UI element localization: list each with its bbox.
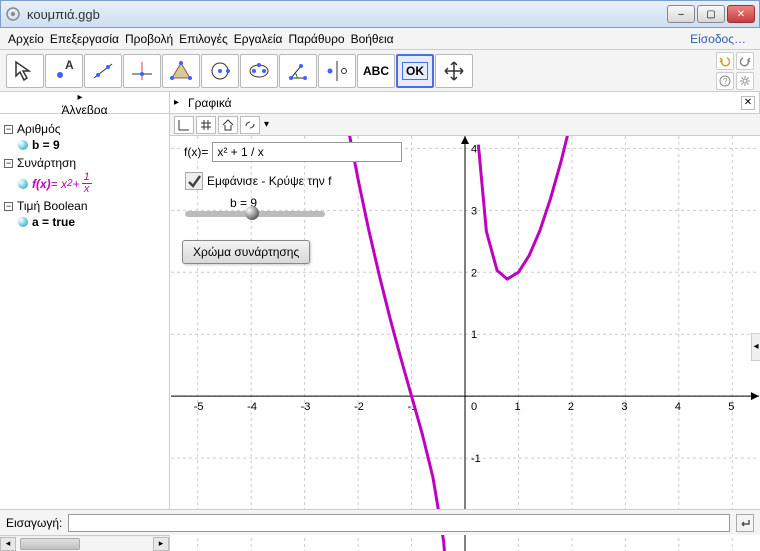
visibility-checkbox-row: Εμφάνισε - Κρύψε την f bbox=[185, 172, 331, 190]
scroll-left-button[interactable]: ◂ bbox=[0, 537, 16, 551]
tool-angle[interactable] bbox=[279, 54, 317, 88]
svg-text:1: 1 bbox=[514, 401, 520, 413]
visibility-checkbox[interactable] bbox=[185, 172, 203, 190]
input-enter-button[interactable] bbox=[736, 514, 754, 532]
panel-headers: ▸ Άλγεβρα ✕ ▸ Γραφικά ✕ bbox=[0, 92, 760, 114]
algebra-item-a[interactable]: a = true bbox=[18, 215, 165, 229]
algebra-item-f[interactable]: f(x) = x2 + 1x bbox=[18, 172, 165, 195]
svg-text:-3: -3 bbox=[301, 401, 311, 413]
svg-text:0: 0 bbox=[471, 401, 477, 413]
algebra-group-number[interactable]: − Αριθμός bbox=[4, 122, 165, 136]
tool-point[interactable]: A bbox=[45, 54, 83, 88]
graphics-close-button[interactable]: ✕ bbox=[741, 96, 755, 110]
minimize-button[interactable]: – bbox=[667, 5, 695, 23]
graphics-collapse-icon[interactable]: ▸ bbox=[174, 97, 184, 108]
dropdown-icon[interactable]: ▾ bbox=[264, 119, 269, 130]
tool-circle[interactable] bbox=[201, 54, 239, 88]
svg-text:?: ? bbox=[723, 77, 728, 86]
menu-edit[interactable]: Επεξεργασία bbox=[50, 32, 119, 46]
scroll-right-button[interactable]: ▸ bbox=[153, 537, 169, 551]
title-bar: κουμπιά.ggb – ▢ ✕ bbox=[0, 0, 760, 28]
algebra-group-boolean[interactable]: − Τιμή Boolean bbox=[4, 199, 165, 213]
visibility-dot-icon[interactable] bbox=[18, 179, 28, 189]
collapse-icon: − bbox=[4, 159, 13, 168]
slider-knob[interactable] bbox=[245, 206, 259, 220]
scroll-track[interactable] bbox=[16, 537, 153, 551]
graphics-header: ▸ Γραφικά ✕ bbox=[170, 92, 760, 113]
tool-text[interactable]: ABC bbox=[357, 54, 395, 88]
tool-polygon[interactable] bbox=[162, 54, 200, 88]
graphics-canvas[interactable]: -5-4-3-2-1012345-2-11234 bbox=[170, 136, 760, 551]
menu-login[interactable]: Είσοδος… bbox=[690, 32, 746, 46]
fx-label: f(x)= bbox=[180, 143, 212, 161]
svg-text:-5: -5 bbox=[194, 401, 204, 413]
close-button[interactable]: ✕ bbox=[727, 5, 755, 23]
svg-text:3: 3 bbox=[621, 401, 627, 413]
tool-perpendicular[interactable] bbox=[123, 54, 161, 88]
menu-tools[interactable]: Εργαλεία bbox=[234, 32, 283, 46]
command-input[interactable] bbox=[68, 514, 730, 532]
slider-b[interactable] bbox=[185, 211, 325, 217]
visibility-checkbox-label: Εμφάνισε - Κρύψε την f bbox=[207, 174, 331, 188]
app-icon bbox=[5, 6, 21, 22]
settings-button[interactable] bbox=[736, 72, 754, 90]
graphics-title: Γραφικά bbox=[188, 96, 232, 110]
home-button[interactable] bbox=[218, 116, 238, 134]
tool-move-view[interactable] bbox=[435, 54, 473, 88]
axes-toggle-button[interactable] bbox=[174, 116, 194, 134]
toolbar: A ABC OK ? bbox=[0, 50, 760, 92]
algebra-collapse-icon[interactable]: ▸ bbox=[78, 92, 88, 103]
redo-button[interactable] bbox=[736, 52, 754, 70]
fx-input[interactable] bbox=[212, 142, 402, 162]
svg-text:2: 2 bbox=[471, 267, 477, 279]
collapse-icon: − bbox=[4, 125, 13, 134]
svg-text:4: 4 bbox=[675, 401, 681, 413]
menu-bar: Αρχείο Επεξεργασία Προβολή Επιλογές Εργα… bbox=[0, 28, 760, 50]
collapse-icon: − bbox=[4, 202, 13, 211]
svg-text:-4: -4 bbox=[247, 401, 257, 413]
algebra-panel: − Αριθμός b = 9 − Συνάρτηση f(x) = bbox=[0, 114, 170, 551]
tool-move[interactable] bbox=[6, 54, 44, 88]
window-title: κουμπιά.ggb bbox=[27, 7, 667, 22]
menu-file[interactable]: Αρχείο bbox=[8, 32, 44, 46]
svg-text:5: 5 bbox=[728, 401, 734, 413]
function-color-button[interactable]: Χρώμα συνάρτησης bbox=[182, 240, 310, 264]
tool-ellipse[interactable] bbox=[240, 54, 278, 88]
svg-text:2: 2 bbox=[568, 401, 574, 413]
plot-svg: -5-4-3-2-1012345-2-11234 bbox=[170, 136, 760, 551]
tool-line[interactable] bbox=[84, 54, 122, 88]
menu-window[interactable]: Παράθυρο bbox=[288, 32, 344, 46]
svg-text:1: 1 bbox=[471, 329, 477, 341]
function-input-row: f(x)= bbox=[180, 142, 402, 162]
menu-options[interactable]: Επιλογές bbox=[179, 32, 228, 46]
algebra-group-function[interactable]: − Συνάρτηση bbox=[4, 156, 165, 170]
visibility-dot-icon[interactable] bbox=[18, 140, 28, 150]
help-button[interactable]: ? bbox=[716, 72, 734, 90]
algebra-item-b[interactable]: b = 9 bbox=[18, 138, 165, 152]
capture-button[interactable] bbox=[240, 116, 260, 134]
svg-text:-1: -1 bbox=[471, 453, 481, 465]
scroll-thumb[interactable] bbox=[20, 538, 80, 550]
svg-text:3: 3 bbox=[471, 205, 477, 217]
algebra-header: ▸ Άλγεβρα ✕ bbox=[0, 92, 170, 113]
menu-view[interactable]: Προβολή bbox=[125, 32, 173, 46]
undo-button[interactable] bbox=[716, 52, 734, 70]
svg-text:4: 4 bbox=[471, 143, 477, 155]
input-label: Εισαγωγή: bbox=[6, 516, 62, 530]
menu-help[interactable]: Βοήθεια bbox=[351, 32, 394, 46]
tool-slider[interactable]: OK bbox=[396, 54, 434, 88]
tool-reflect[interactable] bbox=[318, 54, 356, 88]
algebra-scrollbar[interactable]: ◂ ▸ bbox=[0, 535, 169, 551]
maximize-button[interactable]: ▢ bbox=[697, 5, 725, 23]
grid-toggle-button[interactable] bbox=[196, 116, 216, 134]
graphics-toolbar: ▾ bbox=[170, 114, 760, 136]
side-expand-button[interactable]: ◂ bbox=[751, 333, 760, 361]
graphics-panel: ▾ -5-4-3-2-1012345-2-11234 f(x)= Εμφάνισ… bbox=[170, 114, 760, 551]
input-bar: Εισαγωγή: bbox=[0, 509, 760, 535]
visibility-dot-icon[interactable] bbox=[18, 217, 28, 227]
svg-text:-2: -2 bbox=[354, 401, 364, 413]
svg-text:A: A bbox=[65, 58, 74, 72]
